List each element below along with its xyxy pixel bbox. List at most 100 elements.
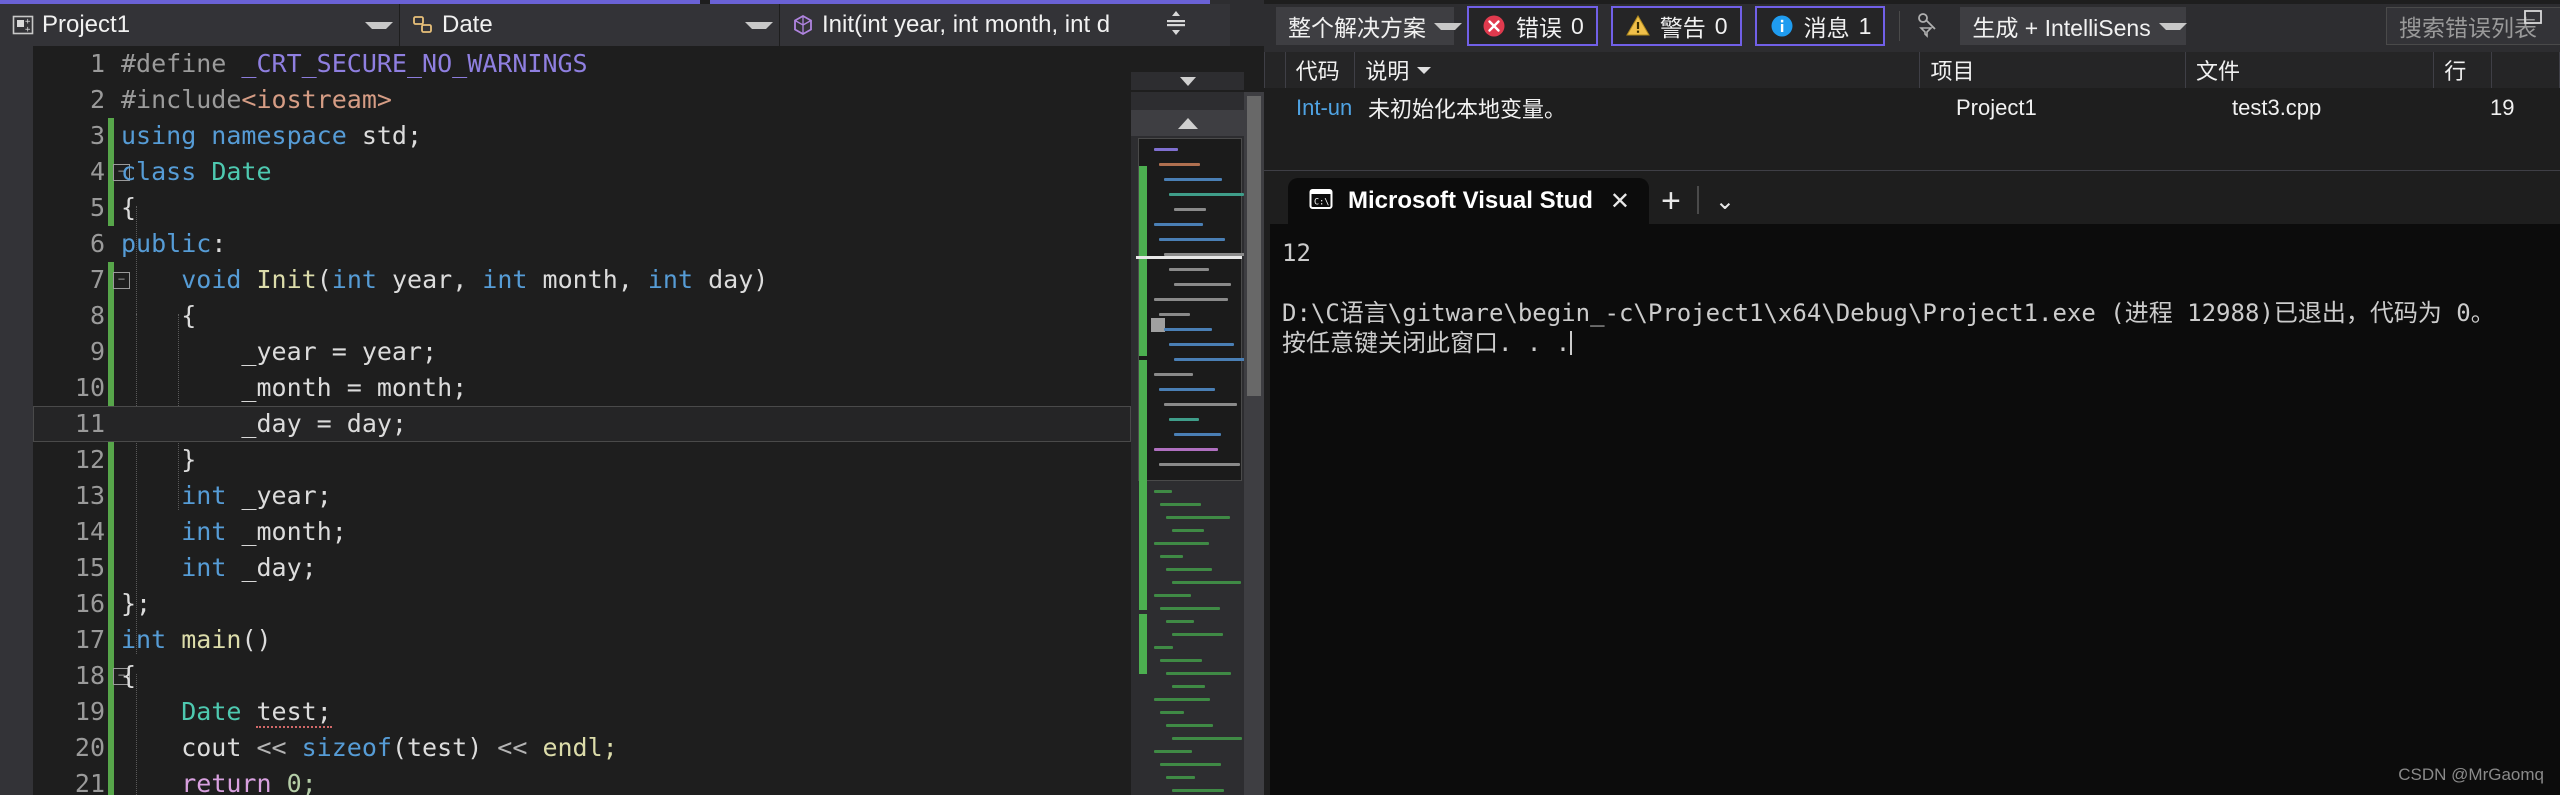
code-line[interactable]: 11 _day = day; <box>33 406 1131 442</box>
cell-file: test3.cpp <box>2232 95 2322 120</box>
code-line[interactable]: 3 using namespace std; <box>33 118 1131 154</box>
minimap-thumb[interactable] <box>1136 256 1242 259</box>
console-tab[interactable]: C:\ Microsoft Visual Stud ✕ <box>1288 178 1649 224</box>
code-line[interactable]: 4 class Date <box>33 154 1131 190</box>
column-header-file[interactable]: 文件 <box>2186 52 2435 88</box>
line-number: 17 <box>74 625 105 654</box>
type-dropdown[interactable]: Date <box>400 4 780 46</box>
close-icon[interactable]: ✕ <box>1607 188 1633 215</box>
minimap-scroll-down-button[interactable] <box>1131 72 1244 90</box>
watermark: CSDN @MrGaomq <box>2398 765 2544 784</box>
minimap-code-line <box>1154 698 1210 701</box>
table-row[interactable]: Int-un 未初始化本地变量。 Project1 test3.cpp 19 <box>1264 88 2560 128</box>
minimap-code-line <box>1160 555 1183 558</box>
minimap-code-line <box>1166 516 1230 519</box>
messages-filter-button[interactable]: 消息 1 <box>1754 6 1886 46</box>
column-header-project[interactable]: 项目 <box>1920 52 2186 88</box>
line-number: 4 <box>89 157 105 186</box>
console-window: C:\ Microsoft Visual Stud ✕ + ⌄ 12 D:\C语言… <box>1270 172 2560 795</box>
minimap-code-line <box>1166 776 1195 779</box>
errors-filter-button[interactable]: 错误 0 <box>1467 6 1598 46</box>
column-header-line[interactable]: 行 <box>2434 52 2493 88</box>
code-line[interactable]: 15 int _day; <box>33 550 1131 586</box>
code-line[interactable]: 19 Date test; <box>33 694 1131 730</box>
line-number: 12 <box>74 445 105 474</box>
console-line: 12 <box>1282 239 1311 267</box>
minimap-change-bar <box>1139 360 1147 610</box>
code-line[interactable]: 18 { <box>33 658 1131 694</box>
project-dropdown[interactable]: + + Project1 <box>0 4 400 46</box>
sort-descending-icon <box>1417 66 1432 74</box>
code-line[interactable]: 2 #include<iostream> <box>33 82 1131 118</box>
filter-button[interactable] <box>1912 9 1946 43</box>
new-tab-button[interactable]: + <box>1649 178 1693 224</box>
minimap-viewport[interactable] <box>1138 138 1242 481</box>
indicator-margin[interactable] <box>0 46 33 795</box>
code-line[interactable]: 1 #define _CRT_SECURE_NO_WARNINGS <box>33 46 1131 82</box>
build-filter-dropdown[interactable]: 生成 + IntelliSens <box>1960 7 2187 45</box>
code-surface[interactable]: − − − 1 #define _CRT_SECURE_NO_WARNINGS 2 #… <box>0 46 1264 795</box>
column-header-spacer-right[interactable] <box>2492 52 2560 88</box>
minimap-code-line <box>1172 685 1205 688</box>
build-filter-label: 生成 + IntelliSens <box>1972 15 2151 41</box>
minimap-scroll-up-button[interactable] <box>1131 110 1244 136</box>
console-tab-label: Microsoft Visual Stud <box>1348 187 1593 214</box>
code-text: _year = year; <box>121 337 438 366</box>
code-line[interactable]: 14 int _month; <box>33 514 1131 550</box>
chevron-down-icon: ⌄ <box>1714 187 1735 215</box>
minimap-code-line <box>1160 711 1184 714</box>
scrollbar-thumb[interactable] <box>1247 96 1261 396</box>
code-text: int _year; <box>181 481 332 510</box>
console-tab-menu-button[interactable]: ⌄ <box>1703 178 1747 224</box>
errors-count: 0 <box>1571 12 1584 39</box>
errors-label: 错误 <box>1516 15 1562 41</box>
code-text: Date test; <box>181 697 332 728</box>
line-number: 15 <box>74 553 105 582</box>
console-line: D:\C语言\gitware\begin_-c\Project1\x64\Deb… <box>1282 299 2495 327</box>
scope-dropdown[interactable]: 整个解决方案 <box>1276 7 1462 45</box>
console-output[interactable]: 12 D:\C语言\gitware\begin_-c\Project1\x64\D… <box>1270 224 2560 795</box>
line-number: 2 <box>89 85 105 114</box>
split-window-button[interactable] <box>1122 4 1230 46</box>
minimap-body[interactable] <box>1136 138 1256 795</box>
code-text: class Date <box>121 157 272 186</box>
code-text: #include<iostream> <box>121 85 392 114</box>
code-line[interactable]: 10 _month = month; <box>33 370 1131 406</box>
line-number: 11 <box>74 409 105 438</box>
code-line[interactable]: 21 return 0; <box>33 766 1131 795</box>
code-line[interactable]: 13 int _year; <box>33 478 1131 514</box>
code-line[interactable]: 17 int main() <box>33 622 1131 658</box>
code-text: int _day; <box>181 553 317 582</box>
code-lines[interactable]: − − − 1 #define _CRT_SECURE_NO_WARNINGS 2 #… <box>33 46 1131 795</box>
code-line[interactable]: 7 void Init(int year, int month, int day… <box>33 262 1131 298</box>
minimap-code-line <box>1164 328 1212 331</box>
code-text: return 0; <box>181 769 317 795</box>
warnings-count: 0 <box>1714 12 1728 39</box>
chevron-down-icon <box>745 21 773 29</box>
minimap-code-line <box>1159 463 1240 466</box>
restore-window-button[interactable] <box>2516 4 2550 34</box>
minimap-code-line <box>1166 620 1194 623</box>
minimap-code-line <box>1169 418 1199 421</box>
minimap[interactable] <box>1131 72 1256 795</box>
column-header-description[interactable]: 说明 <box>1355 52 1921 88</box>
editor-vertical-scrollbar[interactable] <box>1244 92 1264 795</box>
svg-text:+: + <box>25 25 31 35</box>
code-line[interactable]: 20 cout << sizeof(test) << endl; <box>33 730 1131 766</box>
code-line[interactable]: 16}; <box>33 586 1131 622</box>
code-line[interactable]: 8 { <box>33 298 1131 334</box>
code-line[interactable]: 9 _year = year; <box>33 334 1131 370</box>
plus-icon: + <box>1660 181 1681 220</box>
scope-dropdown-label: 整个解决方案 <box>1288 15 1426 41</box>
code-line[interactable]: 6 public: <box>33 226 1131 262</box>
column-header-spacer[interactable] <box>1264 52 1286 88</box>
warnings-filter-button[interactable]: 警告 0 <box>1610 6 1742 46</box>
line-number: 7 <box>89 265 105 294</box>
code-line[interactable]: 5{ <box>33 190 1131 226</box>
minimap-code-line <box>1154 223 1203 226</box>
minimap-cursor-marker <box>1151 318 1165 332</box>
column-header-code[interactable]: 代码 <box>1286 52 1356 88</box>
error-list-body-empty <box>1264 128 2560 171</box>
code-line[interactable]: 12 } <box>33 442 1131 478</box>
minimap-code-line <box>1166 568 1212 571</box>
